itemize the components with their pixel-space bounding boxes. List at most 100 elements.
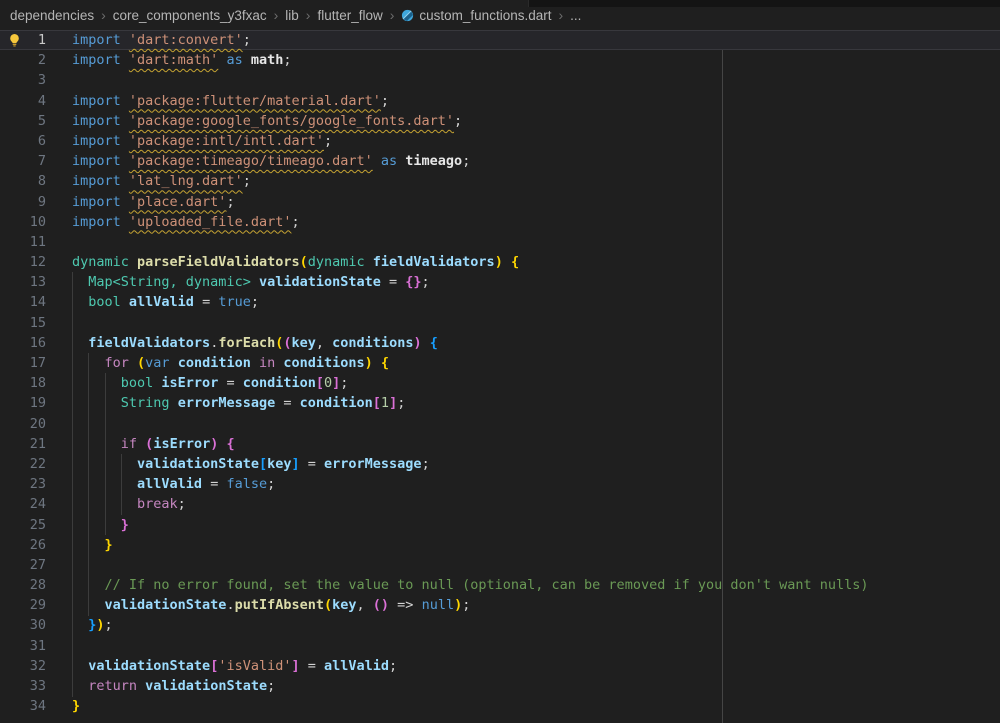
code-line[interactable]: 3 xyxy=(0,70,1000,90)
line-number[interactable]: 26 xyxy=(0,535,46,555)
code-line[interactable]: 9 import 'place.dart'; xyxy=(0,192,1000,212)
line-number[interactable]: 8 xyxy=(0,171,46,191)
breadcrumb-item-file[interactable]: custom_functions.dart xyxy=(401,8,551,23)
code-token: true xyxy=(218,294,251,311)
code-line[interactable]: 24 break; xyxy=(0,494,1000,514)
line-number[interactable]: 12 xyxy=(0,252,46,272)
code-line[interactable]: 19 String errorMessage = condition[1]; xyxy=(0,393,1000,413)
line-number[interactable]: 28 xyxy=(0,575,46,595)
breadcrumb-item-lib[interactable]: lib xyxy=(285,8,299,23)
line-number[interactable]: 20 xyxy=(0,414,46,434)
code-line[interactable]: 12 dynamic parseFieldValidators(dynamic f… xyxy=(0,252,1000,272)
code-line[interactable]: 23 allValid = false; xyxy=(0,474,1000,494)
line-number[interactable]: 29 xyxy=(0,595,46,615)
code-line[interactable]: 14 bool allValid = true; xyxy=(0,292,1000,312)
code-line[interactable]: 33 return validationState; xyxy=(0,676,1000,696)
code-line[interactable]: 15 xyxy=(0,313,1000,333)
code-token: = xyxy=(299,455,325,472)
line-number[interactable]: 22 xyxy=(0,454,46,474)
breadcrumb-symbol-ellipsis[interactable]: ... xyxy=(570,8,581,23)
line-number[interactable]: 16 xyxy=(0,333,46,353)
code-line[interactable]: 11 xyxy=(0,232,1000,252)
line-number[interactable]: 18 xyxy=(0,373,46,393)
code-token: {} xyxy=(405,274,422,291)
line-number[interactable]: 25 xyxy=(0,515,46,535)
code-line[interactable]: 18 bool isError = condition[0]; xyxy=(0,373,1000,393)
line-number[interactable]: 6 xyxy=(0,131,46,151)
code-token: dynamic xyxy=(307,254,373,271)
line-number[interactable]: 9 xyxy=(0,192,46,212)
code-line[interactable]: 32 validationState['isValid'] = allValid… xyxy=(0,656,1000,676)
code-token: ; xyxy=(177,496,186,513)
code-text: import 'package:flutter/material.dart'; xyxy=(72,91,389,111)
code-line[interactable]: 20 xyxy=(0,414,1000,434)
code-line[interactable]: 2 import 'dart:math' as math; xyxy=(0,50,1000,70)
code-text: break; xyxy=(72,494,186,514)
line-number[interactable]: 3 xyxy=(0,70,46,90)
line-number[interactable]: 23 xyxy=(0,474,46,494)
line-number[interactable]: 17 xyxy=(0,353,46,373)
code-line[interactable]: 27 xyxy=(0,555,1000,575)
code-line[interactable]: 16 fieldValidators.forEach((key, conditi… xyxy=(0,333,1000,353)
code-line[interactable]: 34} xyxy=(0,696,1000,716)
line-number[interactable]: 15 xyxy=(0,313,46,333)
code-token: for xyxy=(104,355,138,371)
line-number[interactable]: 2 xyxy=(0,50,46,70)
lightbulb-icon[interactable] xyxy=(7,33,22,48)
line-number[interactable]: 5 xyxy=(0,111,46,131)
code-token: in xyxy=(250,355,284,371)
line-number[interactable]: 19 xyxy=(0,393,46,413)
line-number[interactable]: 31 xyxy=(0,636,46,656)
code-line[interactable]: 13 Map<String, dynamic> validationState … xyxy=(0,272,1000,292)
code-token: , xyxy=(356,597,373,614)
code-token: { xyxy=(510,254,520,271)
line-number[interactable]: 7 xyxy=(0,151,46,171)
code-token: fieldValidators xyxy=(372,254,495,271)
code-line[interactable]: 1 import 'dart:convert'; xyxy=(0,30,1000,51)
code-text: // If no error found, set the value to n… xyxy=(72,575,869,595)
line-number[interactable]: 4 xyxy=(0,91,46,111)
code-line[interactable]: 5 import 'package:google_fonts/google_fon… xyxy=(0,111,1000,131)
breadcrumb-item-dependencies[interactable]: dependencies xyxy=(10,8,94,23)
code-line[interactable]: 29 validationState.putIfAbsent(key, () =… xyxy=(0,595,1000,615)
code-line[interactable]: 4 import 'package:flutter/material.dart'; xyxy=(0,91,1000,111)
line-number[interactable]: 32 xyxy=(0,656,46,676)
code-token: return xyxy=(88,678,146,694)
code-line[interactable]: 10 import 'uploaded_file.dart'; xyxy=(0,212,1000,232)
code-token: as xyxy=(226,52,251,69)
line-number[interactable]: 34 xyxy=(0,696,46,716)
code-line[interactable]: 22 validationState[key] = errorMessage; xyxy=(0,454,1000,474)
line-number[interactable]: 14 xyxy=(0,292,46,312)
code-line[interactable]: 31 xyxy=(0,636,1000,656)
code-text: validationState[key] = errorMessage; xyxy=(72,454,430,474)
code-line[interactable]: 21 if (isError) { xyxy=(0,434,1000,454)
code-line[interactable]: 28 // If no error found, set the value t… xyxy=(0,575,1000,595)
code-line[interactable]: 7 import 'package:timeago/timeago.dart' a… xyxy=(0,151,1000,171)
chevron-right-icon: › xyxy=(389,7,395,23)
line-number[interactable]: 10 xyxy=(0,212,46,232)
code-token: 'package:google_fonts/google_fonts.dart' xyxy=(128,112,455,129)
code-token: ; xyxy=(462,597,471,614)
line-number[interactable]: 13 xyxy=(0,272,46,292)
code-line[interactable]: 30 }); xyxy=(0,615,1000,635)
line-number[interactable]: 24 xyxy=(0,494,46,514)
breadcrumb-item-core-components[interactable]: core_components_y3fxac xyxy=(113,8,267,23)
code-line[interactable]: 8 import 'lat_lng.dart'; xyxy=(0,171,1000,191)
line-number[interactable]: 33 xyxy=(0,676,46,696)
line-number[interactable]: 27 xyxy=(0,555,46,575)
code-token: = xyxy=(275,395,300,412)
code-line[interactable]: 17 for (var condition in conditions) { xyxy=(0,353,1000,373)
line-number[interactable]: 11 xyxy=(0,232,46,252)
code-token: ) xyxy=(413,334,422,351)
code-token: errorMessage xyxy=(177,395,276,412)
code-line[interactable]: 6 import 'package:intl/intl.dart'; xyxy=(0,131,1000,151)
code-line[interactable]: 25 } xyxy=(0,515,1000,535)
line-number[interactable]: 21 xyxy=(0,434,46,454)
breadcrumb-item-flutter-flow[interactable]: flutter_flow xyxy=(317,8,382,23)
line-number[interactable]: 30 xyxy=(0,615,46,635)
code-line[interactable]: 26 } xyxy=(0,535,1000,555)
